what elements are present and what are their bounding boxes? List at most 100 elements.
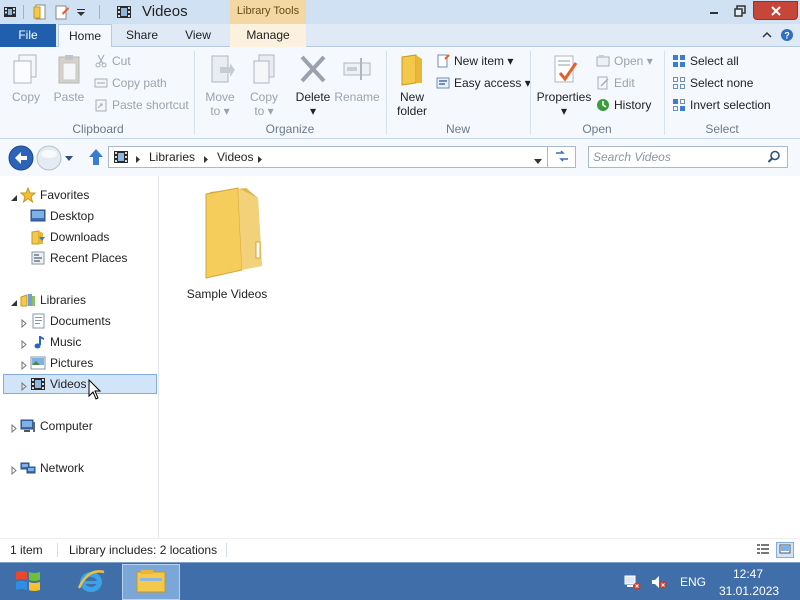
paste-shortcut-button[interactable]: Paste shortcut [94,95,189,115]
navigation-bar: Libraries Videos [0,139,800,176]
internet-explorer-icon [76,566,106,599]
breadcrumb-arrow-icon[interactable] [257,153,263,167]
copy-to-button[interactable]: Copy to ▾ [244,53,284,118]
folder-item[interactable]: Sample Videos [180,184,274,301]
open-button[interactable]: Open ▾ [596,51,653,71]
qat-new-folder-icon[interactable] [54,3,70,21]
file-list[interactable]: Sample Videos [160,176,800,538]
move-to-icon [204,55,236,90]
move-to-button[interactable]: Move to ▾ [200,53,240,118]
recent-locations-dropdown-icon[interactable] [64,152,74,166]
windows-logo-icon [14,568,42,597]
new-folder-button[interactable]: New folder [392,53,432,118]
input-language[interactable]: ENG [680,575,706,589]
qat-customize-dropdown-icon[interactable] [74,3,88,21]
up-arrow-icon[interactable] [88,148,104,169]
tree-item-downloads[interactable]: Downloads [30,227,109,247]
edit-icon [596,76,610,90]
start-button[interactable] [8,566,48,598]
address-dropdown-icon[interactable] [533,154,543,168]
breadcrumb-videos[interactable]: Videos [217,150,253,164]
new-item-button[interactable]: New item ▾ [436,51,513,71]
search-icon[interactable] [767,150,781,167]
copy-to-icon [248,54,280,90]
open-group-label: Open [582,122,612,136]
history-button[interactable]: History [596,95,651,115]
address-bar[interactable]: Libraries Videos [108,146,548,168]
videos-library-icon [114,3,134,21]
back-button[interactable] [8,145,34,174]
large-icons-view-button[interactable] [776,542,794,558]
select-all-button[interactable]: Select all [672,51,739,71]
clock-date[interactable]: 31.01.2023 [719,584,779,598]
breadcrumb-libraries[interactable]: Libraries [149,150,195,164]
breadcrumb-arrow-icon[interactable] [203,153,209,167]
minimize-button[interactable] [700,1,727,20]
expand-arrow-icon[interactable] [21,359,27,373]
properties-button[interactable]: Properties ▾ [536,53,592,118]
system-menu-icon[interactable] [2,3,18,21]
tab-manage[interactable]: Manage [230,24,306,47]
search-box[interactable] [588,146,788,168]
expand-arrow-icon[interactable] [21,338,27,352]
edit-button[interactable]: Edit [596,73,635,93]
tree-item-desktop[interactable]: Desktop [30,206,94,226]
copy-path-button[interactable]: Copy path [94,73,167,93]
help-icon[interactable]: ? [780,28,794,45]
details-view-button[interactable] [754,542,772,558]
tree-item-recent-places[interactable]: Recent Places [30,248,127,268]
explorer-window: Videos Library Tools File Home Share Vie… [0,0,800,562]
network-status-icon[interactable] [624,574,642,593]
downloads-folder-icon [30,229,46,245]
expand-arrow-icon[interactable] [11,464,17,478]
tree-item-music[interactable]: Music [30,332,81,352]
taskbar-file-explorer[interactable] [122,564,180,600]
copy-button[interactable]: Copy [8,53,44,104]
invert-selection-button[interactable]: Invert selection [672,95,771,115]
status-bar: 1 item Library includes: 2 locations [0,538,800,560]
breadcrumb-arrow-icon[interactable] [135,153,141,167]
tree-item-pictures[interactable]: Pictures [30,353,93,373]
clock-time[interactable]: 12:47 [733,567,763,581]
tree-favorites[interactable]: Favorites [20,185,89,205]
tree-libraries[interactable]: Libraries [20,290,86,310]
expand-arrow-icon[interactable] [11,422,17,436]
refresh-button[interactable] [548,146,576,168]
select-none-icon [672,76,686,90]
tab-share[interactable]: Share [116,24,168,47]
search-input[interactable] [593,149,761,165]
easy-access-button[interactable]: Easy access ▾ [436,73,531,93]
forward-button[interactable] [36,145,62,174]
collapse-arrow-icon[interactable] [10,296,18,310]
tab-view[interactable]: View [172,24,224,47]
tree-computer[interactable]: Computer [20,416,93,436]
status-separator [226,543,227,557]
tab-home[interactable]: Home [58,24,112,48]
mouse-cursor-icon [88,378,102,404]
select-none-button[interactable]: Select none [672,73,753,93]
computer-icon [20,418,36,434]
group-separator [386,51,387,135]
cut-button[interactable]: Cut [94,51,131,71]
volume-muted-icon[interactable] [650,574,668,593]
ribbon: Copy Paste Cut Copy path Paste shortcut … [0,47,800,139]
expand-arrow-icon[interactable] [21,317,27,331]
paste-button[interactable]: Paste [50,53,88,104]
invert-selection-icon [672,98,686,112]
new-folder-icon [396,54,428,90]
expand-arrow-icon[interactable] [21,380,27,394]
delete-button[interactable]: Delete ▾ [292,53,334,118]
maximize-button[interactable] [727,1,753,20]
tab-file[interactable]: File [0,24,56,47]
qat-properties-icon[interactable] [32,3,48,21]
taskbar-internet-explorer[interactable] [66,565,116,599]
title-bar[interactable]: Videos Library Tools [0,0,800,24]
tree-item-videos[interactable]: Videos [30,374,86,394]
library-tools-label: Library Tools [230,0,306,24]
minimize-ribbon-icon[interactable] [762,29,772,43]
tree-network[interactable]: Network [20,458,84,478]
tree-item-documents[interactable]: Documents [30,311,111,331]
rename-button[interactable]: Rename [334,53,380,104]
collapse-arrow-icon[interactable] [10,191,18,205]
close-button[interactable] [753,1,798,20]
